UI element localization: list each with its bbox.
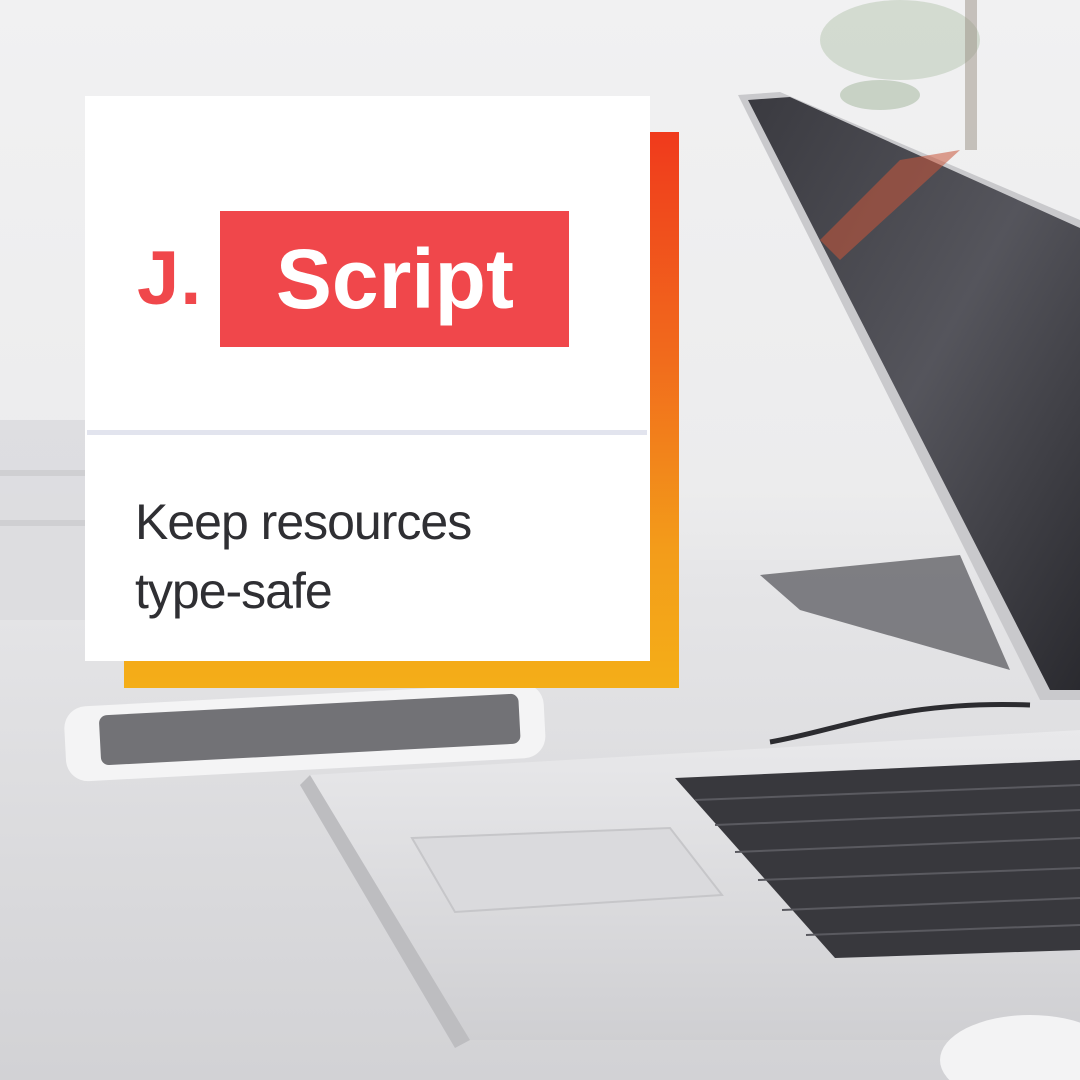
promo-banner: J. Script Keep resources type-safe <box>0 0 1080 1080</box>
tagline: Keep resources type-safe <box>135 488 615 626</box>
brand-logo: J. Script <box>137 211 570 347</box>
tagline-line-2: type-safe <box>135 563 333 619</box>
brand-name: Script <box>275 232 514 326</box>
brand-prefix: J. <box>137 236 203 321</box>
promo-card: J. Script Keep resources type-safe <box>85 96 650 661</box>
brand-name-box: Script <box>220 211 570 347</box>
tagline-line-1: Keep resources <box>135 494 472 550</box>
card-divider <box>87 430 647 435</box>
